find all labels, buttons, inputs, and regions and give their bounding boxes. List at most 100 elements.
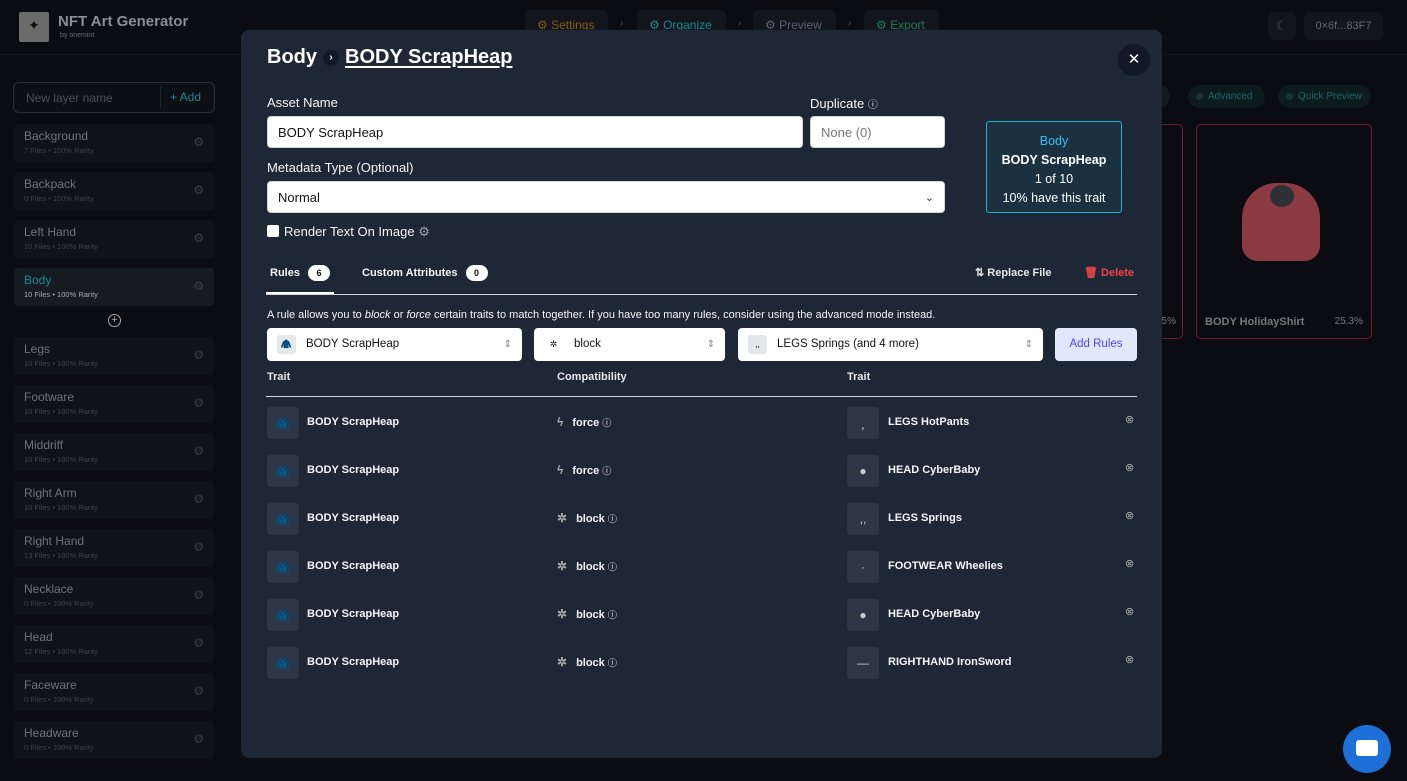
render-text-checkbox[interactable] [267, 225, 279, 237]
remove-rule-icon[interactable]: ⊗ [1125, 653, 1134, 666]
layer-meta: 10 Files • 100% Rarity [24, 359, 98, 368]
asset-card[interactable]: BODY HolidayShirt 25.3% [1196, 124, 1372, 339]
chevron-right-icon: › [620, 18, 624, 29]
layer-name: Faceware [24, 678, 77, 692]
block-icon: ✲ [557, 511, 568, 525]
layer-item[interactable]: Legs 10 Files • 100% Rarity ⚙ [14, 337, 214, 375]
remove-rule-icon[interactable]: ⊗ [1125, 413, 1134, 426]
layer-item[interactable]: Right Hand 13 Files • 100% Rarity ⚙ [14, 529, 214, 567]
trait-thumbnail: 🧥 [267, 647, 299, 679]
add-rules-button[interactable]: Add Rules [1055, 328, 1137, 361]
rule-mode: ✲ block ⓘ [557, 559, 617, 573]
render-text-row: Render Text On Image ⚙ [267, 224, 430, 240]
layer-item[interactable]: Left Hand 10 Files • 100% Rarity ⚙ [14, 220, 214, 258]
duplicate-input[interactable]: None (0) [810, 116, 945, 148]
delete-button[interactable]: 🗑 Delete [1084, 266, 1134, 279]
advanced-button[interactable]: Advanced [1188, 85, 1265, 108]
rule-target-select[interactable]: ,, LEGS Springs (and 4 more) ⇕ [738, 328, 1043, 361]
layer-name: Background [24, 129, 89, 143]
layer-item[interactable]: Body 10 Files • 100% Rarity ⚙ [14, 268, 214, 306]
gear-icon[interactable]: ⚙ [193, 684, 204, 698]
layer-item[interactable]: Background 7 Files • 100% Rarity ⚙ [14, 124, 214, 162]
rule-mode: ϟ force ⓘ [557, 463, 612, 477]
wallet-address-button[interactable]: 0×6f...83F7 [1304, 12, 1383, 40]
updown-icon: ⇕ [503, 339, 512, 350]
rule-trait: BODY ScrapHeap [307, 416, 400, 428]
layer-name: Backpack [24, 177, 77, 191]
target-thumbnail: — [847, 647, 879, 679]
layer-item[interactable]: Backpack 0 Files • 100% Rarity ⚙ [14, 172, 214, 210]
gear-icon[interactable]: ⚙ [193, 279, 204, 293]
rule-row: 🧥 BODY ScrapHeap ✲ block ⓘ ,, LEGS Spring… [267, 503, 1138, 535]
gear-icon[interactable]: ⚙ [193, 492, 204, 506]
rule-trait: BODY ScrapHeap [307, 656, 400, 668]
gear-icon[interactable]: ⚙ [193, 231, 204, 245]
layer-name: Middriff [24, 438, 64, 452]
rule-target: LEGS HotPants [888, 416, 970, 428]
asset-name-input[interactable]: BODY ScrapHeap [267, 116, 803, 148]
gear-icon[interactable]: ⚙ [193, 540, 204, 554]
layer-item[interactable]: Middriff 10 Files • 100% Rarity ⚙ [14, 433, 214, 471]
quick-preview-button[interactable]: Quick Preview [1278, 85, 1371, 108]
trait-info-box: Body BODY ScrapHeap 1 of 10 10% have thi… [986, 121, 1122, 213]
duplicate-label: Duplicate ⓘ [810, 96, 878, 111]
help-icon: ⓘ [607, 514, 617, 524]
moon-icon: ☾ [1276, 18, 1288, 33]
gear-icon[interactable]: ⚙ [193, 588, 204, 602]
layer-item[interactable]: Necklace 0 Files • 100% Rarity ⚙ [14, 577, 214, 615]
trait-thumbnail: 🧥 [277, 335, 296, 354]
gear-icon[interactable]: ⚙ [193, 348, 204, 362]
help-icon: ⓘ [602, 418, 612, 428]
chat-button[interactable] [1343, 725, 1391, 773]
remove-rule-icon[interactable]: ⊗ [1125, 605, 1134, 618]
insert-layer-icon[interactable]: + [108, 314, 121, 327]
layer-item[interactable]: Faceware 0 Files • 100% Rarity ⚙ [14, 673, 214, 711]
layer-meta: 0 Files • 100% Rarity [24, 743, 94, 752]
info-layer: Body [1039, 134, 1069, 148]
rule-trait-select[interactable]: 🧥 BODY ScrapHeap ⇕ [267, 328, 522, 361]
header-divider [266, 396, 1137, 397]
dark-mode-toggle[interactable]: ☾ [1268, 12, 1296, 40]
layer-name: Necklace [24, 582, 74, 596]
block-icon: ✲ [557, 559, 568, 573]
remove-rule-icon[interactable]: ⊗ [1125, 461, 1134, 474]
rule-target: LEGS Springs [888, 512, 962, 524]
gear-icon[interactable]: ⚙ [193, 636, 204, 650]
gear-icon[interactable]: ⚙ [193, 135, 204, 149]
remove-rule-icon[interactable]: ⊗ [1125, 557, 1134, 570]
info-asset: BODY ScrapHeap [1001, 153, 1107, 167]
remove-rule-icon[interactable]: ⊗ [1125, 509, 1134, 522]
layer-meta: 0 Files • 100% Rarity [24, 194, 94, 203]
help-icon: ⓘ [607, 658, 617, 668]
gear-icon[interactable]: ⚙ [193, 396, 204, 410]
rule-mode-select[interactable]: ✲ block ⇕ [534, 328, 725, 361]
close-button[interactable]: ✕ [1118, 44, 1150, 76]
help-icon[interactable]: ⓘ [868, 100, 878, 111]
tab-rules[interactable]: Rules 6 [270, 265, 330, 281]
breadcrumb-layer[interactable]: Body [267, 46, 317, 68]
layer-name: Right Arm [24, 486, 77, 500]
gear-icon[interactable]: ⚙ [418, 224, 430, 239]
replace-file-button[interactable]: ⇅ Replace File [975, 266, 1051, 279]
new-layer-input[interactable]: New layer name + Add [13, 82, 215, 113]
block-icon: ✲ [557, 607, 568, 621]
layer-item[interactable]: Head 12 Files • 100% Rarity ⚙ [14, 625, 214, 663]
add-layer-button[interactable]: + Add [160, 86, 210, 109]
active-tab-indicator [266, 292, 334, 294]
layer-item[interactable]: Footware 10 Files • 100% Rarity ⚙ [14, 385, 214, 423]
gear-icon[interactable]: ⚙ [193, 183, 204, 197]
layer-item[interactable]: Headware 0 Files • 100% Rarity ⚙ [14, 721, 214, 759]
rule-trait: BODY ScrapHeap [307, 464, 400, 476]
new-layer-placeholder: New layer name [26, 91, 113, 105]
card-name: BODY HolidayShirt [1205, 316, 1305, 328]
chevron-right-icon: › [323, 49, 339, 66]
gear-icon[interactable]: ⚙ [193, 732, 204, 746]
rule-target: HEAD CyberBaby [888, 464, 981, 476]
layer-item[interactable]: Right Arm 10 Files • 100% Rarity ⚙ [14, 481, 214, 519]
gear-icon[interactable]: ⚙ [193, 444, 204, 458]
updown-icon: ⇕ [1024, 339, 1033, 350]
close-icon: ✕ [1127, 51, 1141, 68]
target-thumbnail: ,, [847, 503, 879, 535]
tab-custom-attributes[interactable]: Custom Attributes 0 [362, 265, 488, 281]
metadata-type-select[interactable]: Normal ⌄ [267, 181, 945, 213]
